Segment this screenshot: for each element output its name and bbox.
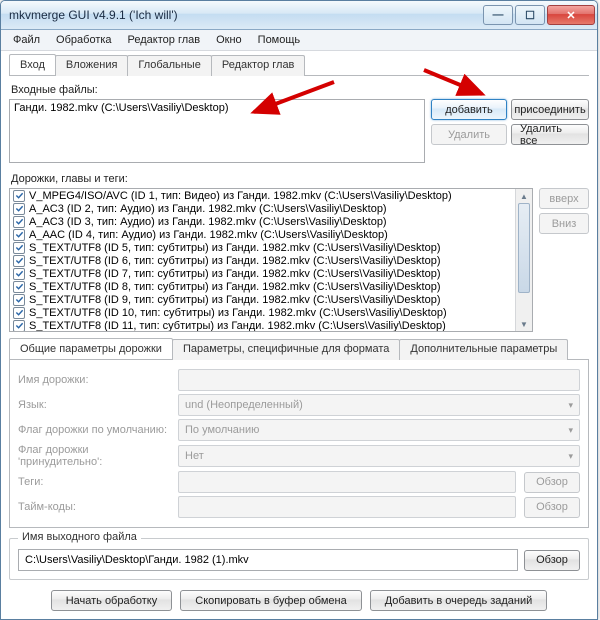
tab-global[interactable]: Глобальные [127, 55, 211, 76]
timecodes-browse-button: Обзор [524, 497, 580, 518]
output-group: Имя выходного файла C:\Users\Vasiliy\Des… [9, 538, 589, 580]
tab-attachments[interactable]: Вложения [55, 55, 129, 76]
move-up-button: вверх [539, 188, 589, 209]
track-options-panel: Имя дорожки: Язык: und (Неопределенный) … [9, 360, 589, 528]
output-file-field[interactable]: C:\Users\Vasiliy\Desktop\Ганди. 1982 (1)… [18, 549, 518, 571]
menu-help[interactable]: Помощь [250, 32, 309, 48]
track-label: S_TEXT/UTF8 (ID 9, тип: субтитры) из Ган… [29, 294, 441, 306]
input-files-label: Входные файлы: [11, 84, 589, 96]
move-down-button: Вниз [539, 213, 589, 234]
tab-chapter-editor[interactable]: Редактор глав [211, 55, 306, 76]
maximize-icon: ☐ [525, 9, 535, 22]
subtab-format[interactable]: Параметры, специфичные для формата [172, 339, 400, 360]
delete-button: Удалить [431, 124, 507, 145]
input-file-item[interactable]: Ганди. 1982.mkv (C:\Users\Vasiliy\Deskto… [14, 102, 420, 114]
delete-all-button[interactable]: Удалить все [511, 124, 589, 145]
track-checkbox[interactable] [13, 229, 25, 241]
language-label: Язык: [18, 399, 170, 411]
track-checkbox[interactable] [13, 268, 25, 280]
menu-processing[interactable]: Обработка [48, 32, 119, 48]
scroll-down-icon[interactable]: ▼ [516, 317, 532, 331]
tracks-label: Дорожки, главы и теги: [11, 173, 589, 185]
language-combo: und (Неопределенный) [178, 394, 580, 416]
minimize-icon: — [493, 9, 504, 21]
track-checkbox[interactable] [13, 307, 25, 319]
maximize-button[interactable]: ☐ [515, 5, 545, 25]
track-label: S_TEXT/UTF8 (ID 7, тип: субтитры) из Ган… [29, 268, 441, 280]
timecodes-field [178, 496, 516, 518]
window-title: mkvmerge GUI v4.9.1 ('Ich will') [9, 8, 481, 22]
menu-chapters[interactable]: Редактор глав [120, 32, 209, 48]
minimize-button[interactable]: — [483, 5, 513, 25]
copy-button[interactable]: Скопировать в буфер обмена [180, 590, 361, 611]
track-options-tabs: Общие параметры дорожки Параметры, специ… [9, 338, 589, 360]
app-window: mkvmerge GUI v4.9.1 ('Ich will') — ☐ ✕ Ф… [0, 0, 598, 620]
menu-window[interactable]: Окно [208, 32, 250, 48]
output-label: Имя выходного файла [18, 531, 141, 543]
track-label: S_TEXT/UTF8 (ID 6, тип: субтитры) из Ган… [29, 255, 441, 267]
queue-button[interactable]: Добавить в очередь заданий [370, 590, 548, 611]
tracks-list[interactable]: V_MPEG4/ISO/AVC (ID 1, тип: Видео) из Га… [9, 188, 533, 332]
track-item[interactable]: S_TEXT/UTF8 (ID 8, тип: субтитры) из Ган… [10, 280, 516, 293]
main-tabs: Вход Вложения Глобальные Редактор глав [9, 54, 589, 76]
menu-file[interactable]: Файл [5, 32, 48, 48]
forced-flag-label: Флаг дорожки 'принудительно': [18, 444, 170, 468]
tags-browse-button: Обзор [524, 472, 580, 493]
subtab-general[interactable]: Общие параметры дорожки [9, 338, 173, 359]
track-label: A_AAC (ID 4, тип: Аудио) из Ганди. 1982.… [29, 229, 388, 241]
append-button[interactable]: присоединить [511, 99, 589, 120]
track-checkbox[interactable] [13, 320, 25, 332]
track-item[interactable]: S_TEXT/UTF8 (ID 10, тип: субтитры) из Га… [10, 306, 516, 319]
close-icon: ✕ [566, 9, 575, 22]
track-checkbox[interactable] [13, 242, 25, 254]
track-item[interactable]: S_TEXT/UTF8 (ID 7, тип: субтитры) из Ган… [10, 267, 516, 280]
default-flag-label: Флаг дорожки по умолчанию: [18, 424, 170, 436]
track-label: S_TEXT/UTF8 (ID 11, тип: субтитры) из Га… [29, 320, 446, 332]
tags-field [178, 471, 516, 493]
output-browse-button[interactable]: Обзор [524, 550, 580, 571]
timecodes-label: Тайм-коды: [18, 501, 170, 513]
track-label: S_TEXT/UTF8 (ID 5, тип: субтитры) из Ган… [29, 242, 441, 254]
track-label: A_AC3 (ID 3, тип: Аудио) из Ганди. 1982.… [29, 216, 387, 228]
track-name-field [178, 369, 580, 391]
track-checkbox[interactable] [13, 255, 25, 267]
track-item[interactable]: A_AC3 (ID 2, тип: Аудио) из Ганди. 1982.… [10, 202, 516, 215]
tab-input[interactable]: Вход [9, 54, 56, 75]
track-item[interactable]: S_TEXT/UTF8 (ID 5, тип: субтитры) из Ган… [10, 241, 516, 254]
tracks-scrollbar[interactable]: ▲ ▼ [515, 189, 532, 331]
track-item[interactable]: S_TEXT/UTF8 (ID 6, тип: субтитры) из Ган… [10, 254, 516, 267]
track-checkbox[interactable] [13, 216, 25, 228]
scroll-up-icon[interactable]: ▲ [516, 189, 532, 203]
input-files-list[interactable]: Ганди. 1982.mkv (C:\Users\Vasiliy\Deskto… [9, 99, 425, 163]
default-flag-combo: По умолчанию [178, 419, 580, 441]
forced-flag-combo: Нет [178, 445, 580, 467]
start-button[interactable]: Начать обработку [51, 590, 173, 611]
titlebar[interactable]: mkvmerge GUI v4.9.1 ('Ich will') — ☐ ✕ [1, 1, 597, 30]
track-item[interactable]: A_AC3 (ID 3, тип: Аудио) из Ганди. 1982.… [10, 215, 516, 228]
subtab-extra[interactable]: Дополнительные параметры [399, 339, 568, 360]
track-label: S_TEXT/UTF8 (ID 10, тип: субтитры) из Га… [29, 307, 447, 319]
track-item[interactable]: V_MPEG4/ISO/AVC (ID 1, тип: Видео) из Га… [10, 189, 516, 202]
track-checkbox[interactable] [13, 294, 25, 306]
track-item[interactable]: S_TEXT/UTF8 (ID 9, тип: субтитры) из Ган… [10, 293, 516, 306]
close-button[interactable]: ✕ [547, 5, 595, 25]
track-checkbox[interactable] [13, 190, 25, 202]
track-label: S_TEXT/UTF8 (ID 8, тип: субтитры) из Ган… [29, 281, 441, 293]
track-checkbox[interactable] [13, 203, 25, 215]
track-label: A_AC3 (ID 2, тип: Аудио) из Ганди. 1982.… [29, 203, 387, 215]
track-name-label: Имя дорожки: [18, 374, 170, 386]
add-button[interactable]: добавить [431, 99, 507, 120]
tags-label: Теги: [18, 476, 170, 488]
track-item[interactable]: S_TEXT/UTF8 (ID 11, тип: субтитры) из Га… [10, 319, 516, 331]
track-label: V_MPEG4/ISO/AVC (ID 1, тип: Видео) из Га… [29, 190, 452, 202]
menubar: Файл Обработка Редактор глав Окно Помощь [1, 30, 597, 51]
scroll-thumb[interactable] [518, 203, 530, 293]
track-checkbox[interactable] [13, 281, 25, 293]
track-item[interactable]: A_AAC (ID 4, тип: Аудио) из Ганди. 1982.… [10, 228, 516, 241]
